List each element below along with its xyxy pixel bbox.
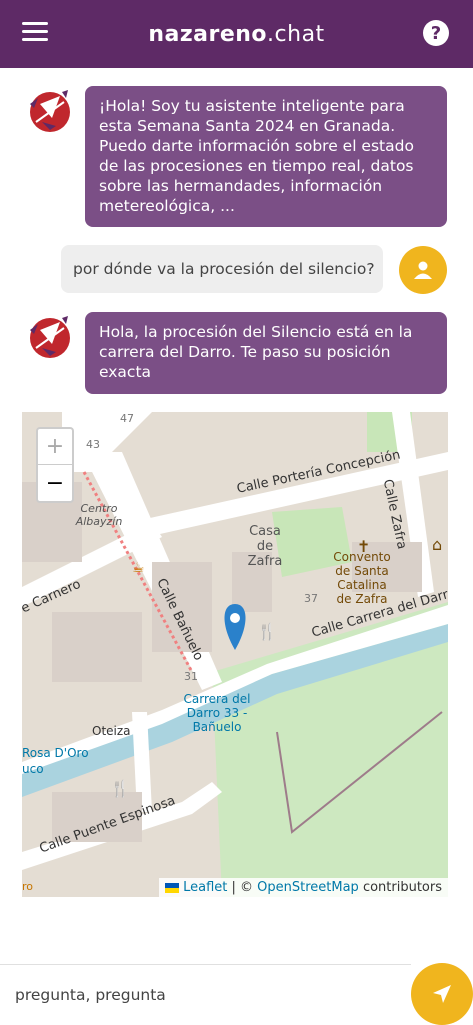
map-label: 47 <box>120 412 134 425</box>
app-header: nazareno.chat ? <box>0 0 473 68</box>
bot-message-bubble: ¡Hola! Soy tu asistente inteligente para… <box>85 86 447 227</box>
svg-text:⌂: ⌂ <box>432 535 442 554</box>
map-attribution: Leaflet | © OpenStreetMap contributors <box>159 878 448 897</box>
zoom-control: + − <box>36 427 74 503</box>
help-icon[interactable]: ? <box>423 20 449 46</box>
send-button[interactable] <box>411 963 473 1025</box>
send-icon <box>433 985 451 1003</box>
map-label: uco <box>22 762 44 776</box>
user-message-bubble: por dónde va la procesión del silencio? <box>61 245 383 293</box>
zoom-out-button[interactable]: − <box>38 465 72 501</box>
map[interactable]: ☕ 🍴 🍴 ✝ ⌂ Calle Portería Concepción Call… <box>22 412 448 897</box>
user-avatar-icon <box>399 246 447 294</box>
map-label: Oteiza <box>92 724 131 738</box>
svg-text:🍴: 🍴 <box>110 779 130 798</box>
map-label: Centro Albayzín <box>75 502 123 528</box>
user-message: por dónde va la procesión del silencio? <box>61 245 448 295</box>
svg-text:☕: ☕ <box>132 560 145 576</box>
ukraine-flag-icon <box>165 882 180 893</box>
bot-avatar-icon <box>22 86 74 134</box>
map-label: Carrera del Darro 33 - Bañuelo <box>183 692 251 734</box>
map-label: ro <box>22 880 34 893</box>
map-label: 31 <box>184 670 198 683</box>
leaflet-link[interactable]: Leaflet <box>183 880 227 895</box>
question-input[interactable] <box>0 965 410 1024</box>
map-label: Convento de Santa Catalina de Zafra <box>333 550 391 606</box>
map-label: 37 <box>304 592 318 605</box>
bot-avatar-icon <box>22 312 74 360</box>
bot-message-bubble: Hola, la procesión del Silencio está en … <box>85 312 447 394</box>
app-title: nazareno.chat <box>148 21 325 47</box>
bot-message <box>22 312 74 360</box>
zoom-in-button[interactable]: + <box>38 429 72 465</box>
menu-icon[interactable] <box>22 22 48 44</box>
input-bar <box>0 964 411 1024</box>
map-label: Rosa D'Oro <box>22 746 89 760</box>
osm-link[interactable]: OpenStreetMap <box>257 880 359 895</box>
bot-message <box>22 86 74 134</box>
map-label: Casa de Zafra <box>247 524 283 569</box>
map-label: 43 <box>86 438 100 451</box>
svg-text:🍴: 🍴 <box>257 622 277 641</box>
